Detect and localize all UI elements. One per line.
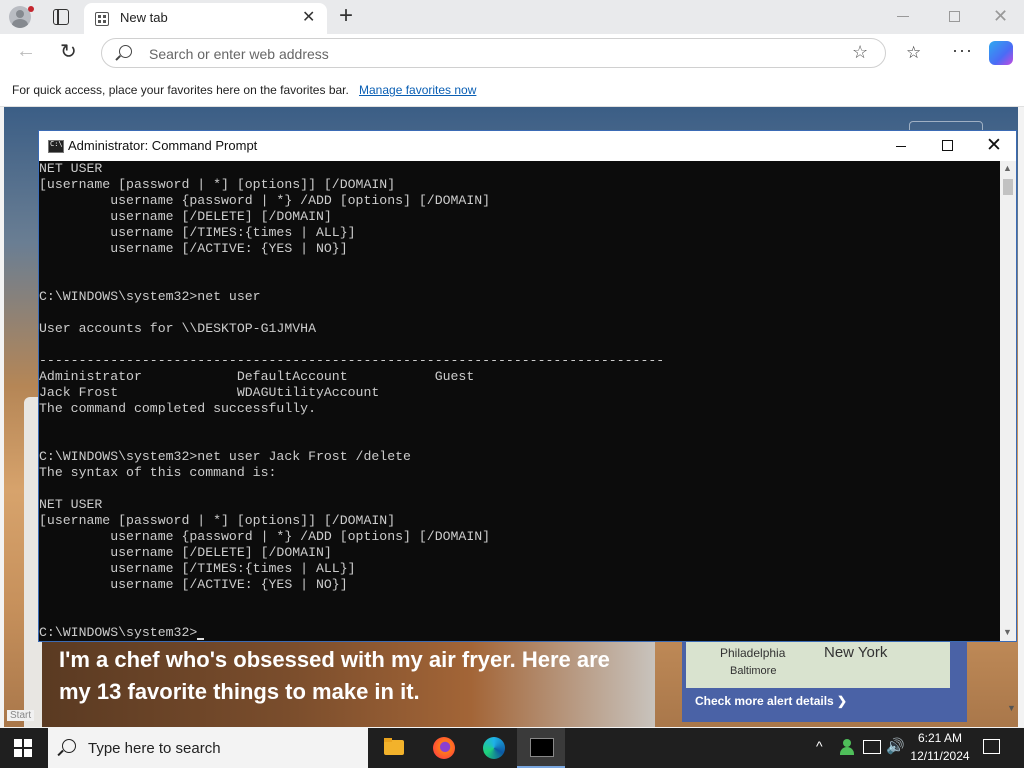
command-prompt-taskbar-icon[interactable]: [517, 728, 565, 768]
cmd-output-line: C:\WINDOWS\system32>net user Jack Frost …: [39, 449, 411, 464]
cmd-output-line: username {password | *} /ADD [options] […: [39, 193, 491, 208]
people-icon[interactable]: [840, 739, 854, 755]
settings-more-icon[interactable]: ···: [952, 40, 973, 61]
cmd-titlebar[interactable]: Administrator: Command Prompt ✕: [39, 131, 1016, 161]
cmd-output-line: [39, 273, 1000, 289]
tab-title: New tab: [120, 10, 168, 25]
new-tab-favicon-icon: [95, 12, 109, 26]
map-label-baltimore: Baltimore: [730, 665, 777, 677]
cmd-output-line: Administrator DefaultAccount Guest: [39, 369, 475, 384]
reload-button[interactable]: ↻: [60, 39, 77, 64]
tab-bar: New tab ✕ + ✕: [0, 0, 1024, 34]
cmd-output-line: The syntax of this command is:: [39, 465, 277, 480]
cmd-output-line: [username [password | *] [options]] [/DO…: [39, 513, 396, 528]
cmd-close-icon[interactable]: ✕: [986, 134, 1002, 157]
show-hidden-icons-chevron-icon[interactable]: ^: [816, 738, 823, 754]
copilot-icon[interactable]: [989, 41, 1013, 65]
cmd-app-icon[interactable]: [48, 140, 64, 153]
cmd-output-line: username [/ACTIVE: {YES | NO}]: [39, 577, 348, 592]
cmd-maximize-icon[interactable]: [942, 140, 953, 151]
cmd-output-line: username [/TIMES:{times | ALL}]: [39, 561, 356, 576]
network-icon[interactable]: [863, 740, 881, 754]
cmd-scroll-down-icon[interactable]: ▼: [1003, 627, 1012, 637]
cmd-window-title: Administrator: Command Prompt: [68, 138, 258, 153]
map-label-philadelphia: Philadelphia: [720, 646, 786, 660]
favorites-bar-hint: For quick access, place your favorites h…: [12, 83, 349, 97]
cmd-cursor: [197, 638, 205, 640]
notification-center-icon[interactable]: [983, 739, 1000, 754]
tab-close-icon[interactable]: ✕: [302, 7, 315, 27]
back-button[interactable]: ←: [16, 40, 36, 63]
cmd-output-line: NET USER: [39, 497, 103, 512]
taskbar-search-box[interactable]: Type here to search: [48, 728, 368, 768]
manage-favorites-link[interactable]: Manage favorites now: [359, 83, 476, 97]
command-prompt-window[interactable]: Administrator: Command Prompt ✕ NET USER…: [38, 130, 1017, 642]
weather-alert-card[interactable]: Philadelphia Baltimore New York Check mo…: [682, 632, 967, 722]
cmd-output-line: ----------------------------------------…: [39, 353, 665, 368]
map-label-new-york: New York: [824, 644, 888, 661]
check-alert-details-link[interactable]: Check more alert details ❯: [695, 694, 847, 708]
volume-icon[interactable]: 🔊: [886, 737, 905, 755]
cmd-output-line: C:\WINDOWS\system32>: [39, 625, 1000, 641]
clock-date[interactable]: 12/11/2024: [905, 749, 975, 763]
start-label[interactable]: Start: [7, 710, 35, 721]
clock-time[interactable]: 6:21 AM: [905, 731, 975, 745]
cmd-output-line: [39, 481, 1000, 497]
address-bar[interactable]: Search or enter web address ☆: [101, 38, 886, 68]
browser-close-icon[interactable]: ✕: [993, 6, 1008, 27]
cmd-console-output[interactable]: NET USER [username [password | *] [option…: [39, 161, 1000, 641]
add-favorite-star-icon[interactable]: ☆: [852, 42, 868, 63]
cmd-output-line: [39, 337, 1000, 353]
cmd-output-line: [39, 433, 1000, 449]
profile-notification-dot: [28, 6, 34, 12]
cmd-output-line: username {password | *} /ADD [options] […: [39, 529, 491, 544]
taskbar-search-placeholder: Type here to search: [88, 740, 221, 757]
browser-minimize-icon[interactable]: [897, 16, 909, 17]
cmd-output-line: username [/TIMES:{times | ALL}]: [39, 225, 356, 240]
windows-start-icon[interactable]: [14, 739, 32, 757]
cmd-scroll-up-icon[interactable]: ▲: [1003, 163, 1012, 173]
news-card-air-fryer[interactable]: I'm a chef who's obsessed with my air fr…: [42, 632, 655, 727]
search-icon: [119, 45, 132, 58]
cmd-output-line: NET USER: [39, 161, 103, 176]
cmd-output-line: C:\WINDOWS\system32>net user: [39, 289, 261, 304]
tab-actions-icon[interactable]: [53, 9, 69, 25]
browser-restore-icon[interactable]: [949, 11, 960, 22]
cmd-output-line: [39, 609, 1000, 625]
cmd-output-line: User accounts for \\DESKTOP-G1JMVHA: [39, 321, 316, 336]
address-placeholder: Search or enter web address: [149, 46, 329, 62]
browser-toolbar: ← ↻ Search or enter web address ☆ ☆ ···: [0, 34, 1024, 74]
cmd-output-line: [39, 417, 1000, 433]
cmd-output-line: username [/DELETE] [/DOMAIN]: [39, 209, 332, 224]
tab-new-tab[interactable]: New tab ✕: [84, 3, 327, 34]
cmd-scroll-thumb[interactable]: [1003, 179, 1013, 195]
cmd-output-line: username [/DELETE] [/DOMAIN]: [39, 545, 332, 560]
cmd-minimize-icon[interactable]: [896, 146, 906, 147]
cmd-output-line: [39, 305, 1000, 321]
cmd-output-line: [39, 257, 1000, 273]
cmd-scrollbar[interactable]: ▲ ▼: [1000, 161, 1016, 641]
cmd-output-line: username [/ACTIVE: {YES | NO}]: [39, 241, 348, 256]
favorites-icon[interactable]: ☆: [906, 43, 921, 63]
cmd-output-line: The command completed successfully.: [39, 401, 316, 416]
cmd-output-line: [39, 593, 1000, 609]
cmd-output-line: [username [password | *] [options]] [/DO…: [39, 177, 396, 192]
firefox-icon[interactable]: [420, 728, 468, 768]
news-headline: I'm a chef who's obsessed with my air fr…: [59, 647, 610, 704]
taskbar-search-icon: [62, 739, 76, 753]
favorites-bar: For quick access, place your favorites h…: [0, 74, 1024, 107]
taskbar: Type here to search ^ 🔊 6:21 AM 12/11/20…: [0, 728, 1024, 768]
new-tab-button[interactable]: +: [339, 2, 353, 30]
cmd-output-line: Jack Frost WDAGUtilityAccount: [39, 385, 380, 400]
page-scroll-down-icon[interactable]: ▼: [1007, 703, 1016, 713]
file-explorer-icon[interactable]: [370, 728, 418, 768]
edge-icon[interactable]: [470, 728, 518, 768]
